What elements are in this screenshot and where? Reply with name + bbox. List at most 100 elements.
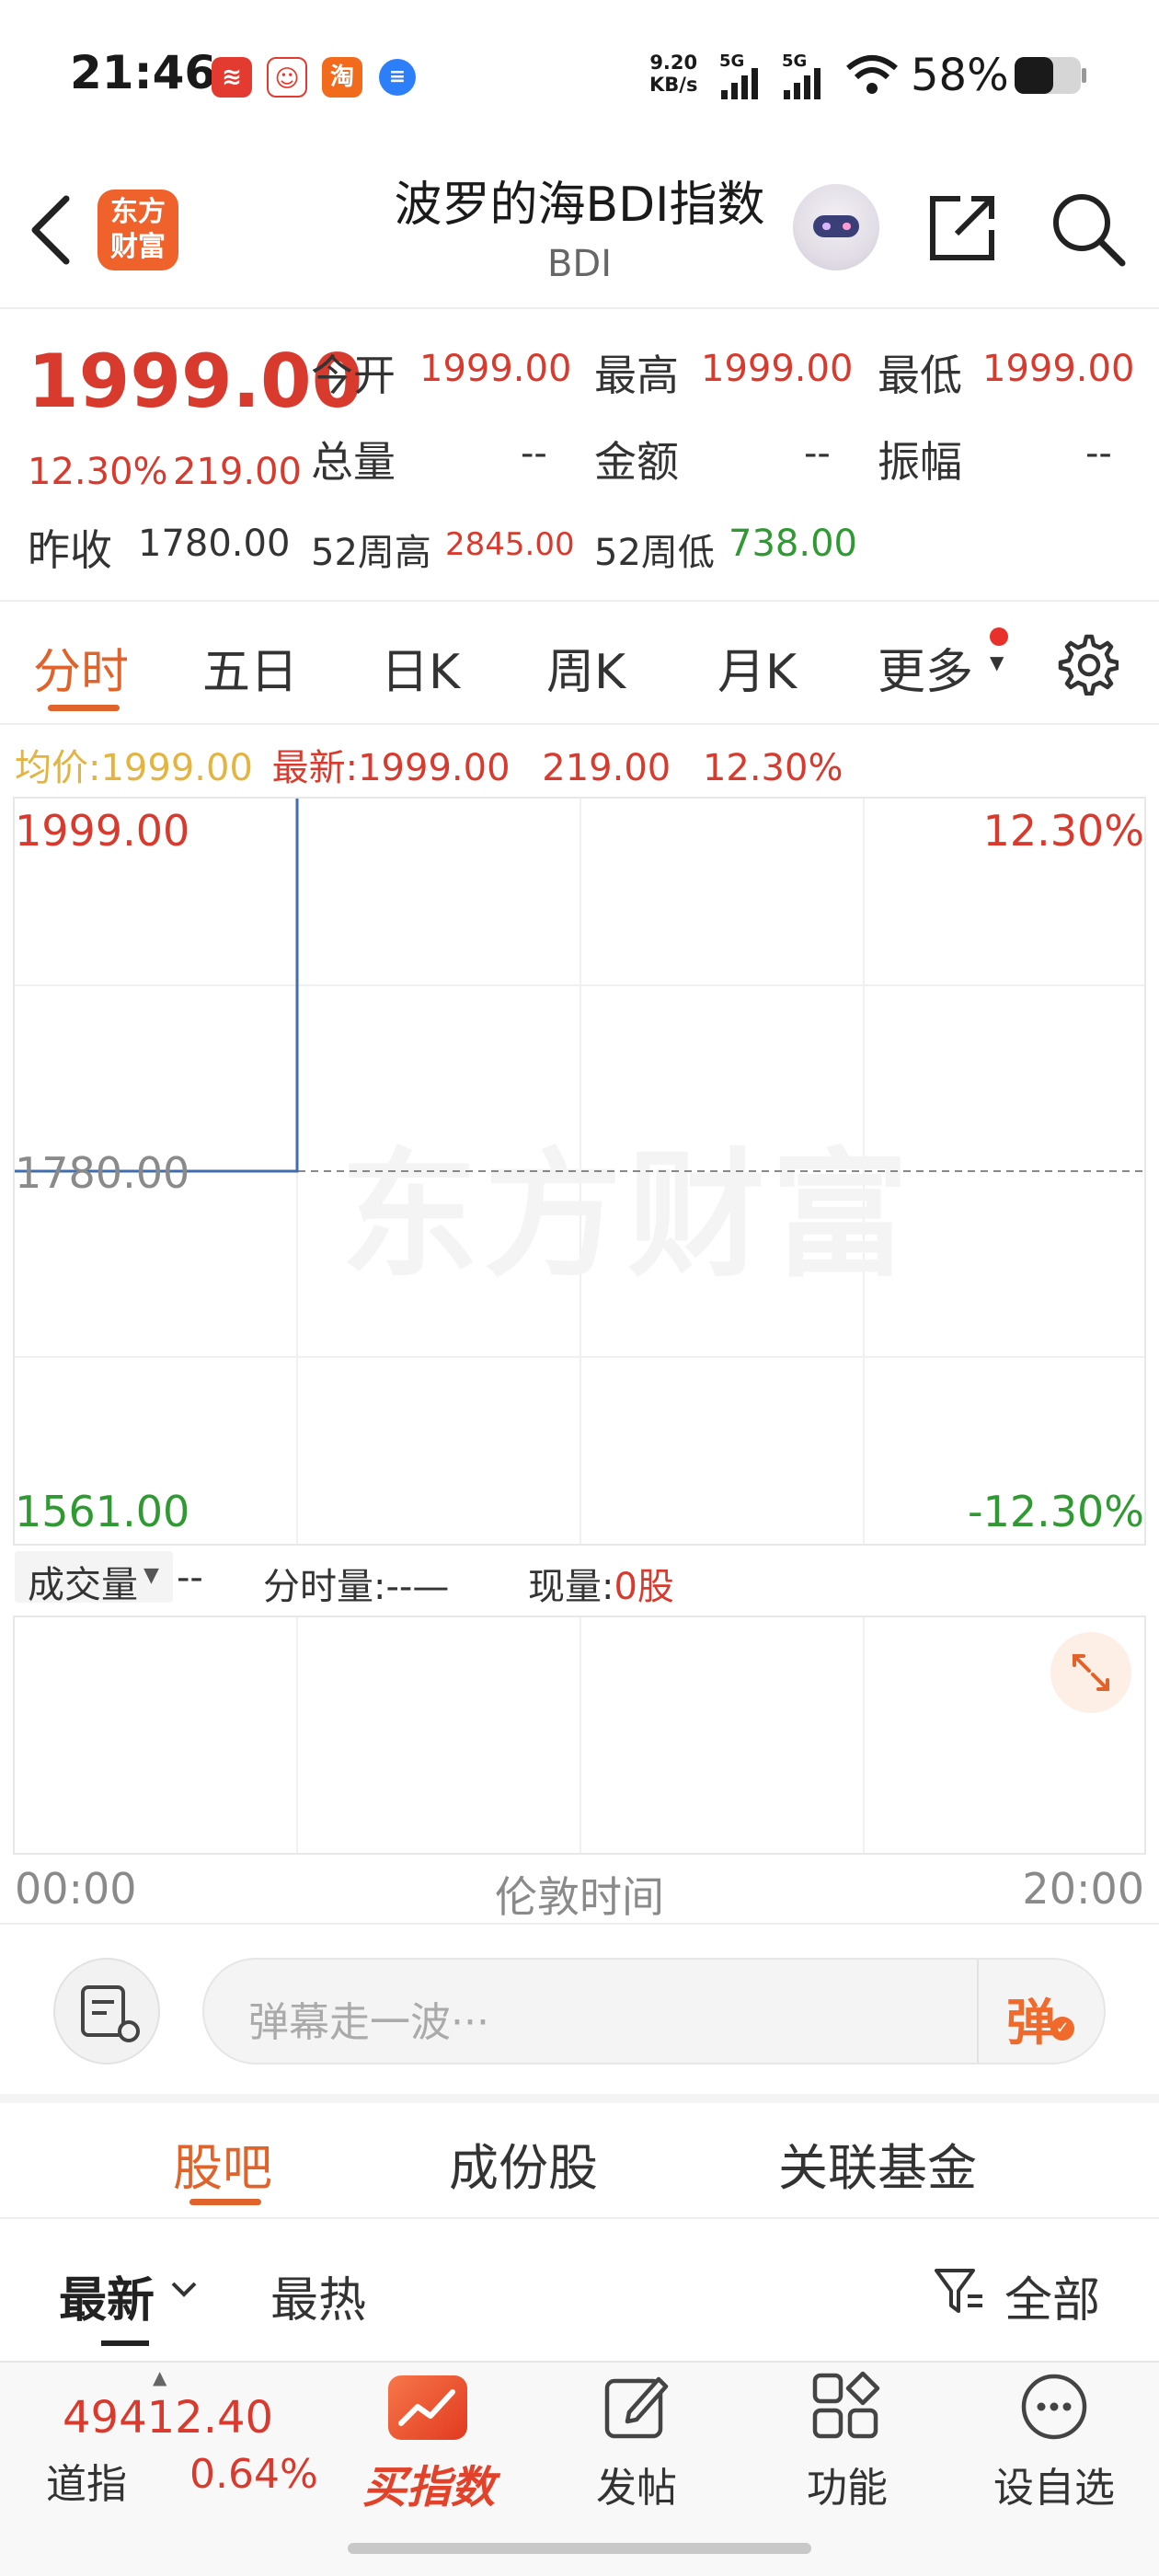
amount-value: -- (804, 432, 831, 475)
volume-label: 总量 (311, 437, 396, 487)
tab-more[interactable]: 更多 (878, 633, 973, 702)
avg-value: 1999.00 (100, 747, 253, 789)
tab-related-funds[interactable]: 关联基金 (778, 2127, 977, 2200)
divider (0, 1923, 1159, 1925)
tab-active-indicator (48, 705, 120, 711)
search-icon[interactable] (1049, 190, 1128, 269)
y-label-top: 1999.00 (15, 806, 190, 856)
section-separator (0, 2094, 1159, 2103)
volume-selector-label: 成交量 (28, 1564, 138, 1606)
latest-change: 219.00 (542, 747, 671, 789)
expand-icon (1073, 1654, 1109, 1691)
y-label-mid: 1780.00 (15, 1148, 190, 1198)
dow-index-value[interactable]: 49412.40 (63, 2392, 273, 2444)
danmaku-placeholder: 弹幕走一波··· (248, 1999, 489, 2046)
latest-label: 最新: (271, 747, 359, 789)
post-edit-icon[interactable] (602, 2372, 671, 2442)
signal-icon (721, 68, 758, 99)
dow-index-percent[interactable]: 0.64% (189, 2451, 318, 2498)
w52-high-label: 52周高 (311, 532, 431, 574)
grid-line (296, 1617, 298, 1853)
x-axis-title: 伦敦时间 (495, 1872, 664, 1922)
functions-button[interactable]: 功能 (797, 2455, 898, 2513)
filter-active-indicator (101, 2340, 149, 2346)
open-value: 1999.00 (419, 348, 572, 390)
danmaku-input[interactable]: 弹幕走一波··· 弹 ✓ (202, 1958, 1106, 2064)
more-circle-icon[interactable] (1019, 2372, 1089, 2442)
assistant-avatar[interactable] (793, 184, 879, 270)
share-icon[interactable] (925, 190, 1001, 265)
battery-icon (1015, 57, 1086, 94)
buy-index-button[interactable]: 买指数 (362, 2451, 495, 2515)
dow-index-name[interactable]: 道指 (46, 2451, 127, 2510)
high-value: 1999.00 (701, 348, 854, 390)
tab-monthly-k[interactable]: 月K (717, 633, 797, 702)
comment-list-button[interactable] (53, 1958, 160, 2064)
latest-percent: 12.30% (702, 747, 843, 789)
minute-volume: 分时量:--— (263, 1566, 450, 1608)
tab-active-indicator (189, 2199, 261, 2205)
y-label-right-top: 12.30% (982, 806, 1144, 856)
input-divider (977, 1960, 979, 2063)
low-label: 最低 (878, 351, 962, 400)
notification-app-icon: ☺ (267, 57, 307, 98)
current-volume: 现量:0股 (528, 1566, 674, 1608)
add-to-watchlist-button[interactable]: 设自选 (981, 2455, 1128, 2513)
y-label-right-bottom: -12.30% (968, 1487, 1144, 1536)
post-button[interactable]: 发帖 (591, 2455, 683, 2513)
x-label-end: 20:00 (1022, 1864, 1144, 1914)
w52-low-value: 738.00 (729, 523, 857, 565)
chevron-down-icon (171, 2282, 197, 2297)
tab-five-day[interactable]: 五日 (202, 633, 298, 702)
functions-grid-icon[interactable] (809, 2370, 883, 2444)
expand-chart-button[interactable] (1050, 1632, 1131, 1713)
prev-close-label: 昨收 (28, 525, 112, 575)
dropdown-caret-icon: ▼ (990, 651, 1004, 673)
message-app-icon: ≡ (379, 59, 416, 96)
wifi-icon (846, 55, 898, 94)
avg-label: 均价: (15, 747, 101, 789)
divider (0, 723, 1159, 725)
volume-selector[interactable]: 成交量 ▼ (15, 1551, 173, 1606)
divider (0, 307, 1159, 309)
w52-high-value: 2845.00 (445, 526, 575, 563)
y-label-bottom: 1561.00 (15, 1487, 190, 1536)
tab-daily-k[interactable]: 日K (381, 633, 460, 702)
grid-line (863, 1617, 865, 1853)
change-amount: 219.00 (173, 451, 302, 493)
divider (0, 2217, 1159, 2219)
notification-app-icon: ≋ (212, 57, 252, 98)
tab-weekly-k[interactable]: 周K (546, 633, 625, 702)
tab-intraday[interactable]: 分时 (33, 633, 129, 702)
comment-list-icon (81, 1985, 140, 2042)
divider (0, 600, 1159, 602)
volume-value: -- (521, 432, 547, 475)
change-percent: 12.30% (28, 451, 168, 493)
danmaku-send-button[interactable]: 弹 (1006, 1982, 1056, 2054)
status-time: 21:46 (70, 46, 217, 99)
volume-selector-value: -- (177, 1557, 203, 1599)
filter-latest[interactable]: 最新 (59, 2261, 155, 2330)
high-label: 最高 (594, 351, 679, 400)
filter-icon[interactable] (931, 2263, 986, 2318)
notification-dot (990, 627, 1008, 646)
collapse-caret-icon[interactable]: ▲ (153, 2366, 166, 2388)
price-info-line: 均价:1999.00 最新:1999.00 219.00 12.30% (15, 738, 843, 791)
home-indicator[interactable] (348, 2543, 811, 2554)
tab-constituents[interactable]: 成份股 (449, 2127, 598, 2200)
network-speed: 9.20 KB/s (649, 52, 698, 96)
amount-label: 金额 (594, 437, 679, 487)
prev-close-value: 1780.00 (138, 523, 291, 565)
w52-low-label: 52周低 (594, 532, 715, 574)
tab-guba[interactable]: 股吧 (173, 2127, 272, 2200)
trend-chart-icon[interactable] (388, 2375, 467, 2440)
filter-hot[interactable]: 最热 (270, 2261, 366, 2330)
check-icon: ✓ (1050, 2017, 1074, 2041)
dropdown-caret-icon: ▼ (143, 1564, 159, 1587)
amplitude-label: 振幅 (878, 437, 962, 487)
low-value: 1999.00 (982, 348, 1135, 390)
battery-percent: 58% (911, 50, 1009, 101)
filter-all[interactable]: 全部 (1004, 2261, 1100, 2330)
settings-gear-icon[interactable] (1054, 631, 1119, 696)
taobao-app-icon: 淘 (322, 57, 362, 98)
